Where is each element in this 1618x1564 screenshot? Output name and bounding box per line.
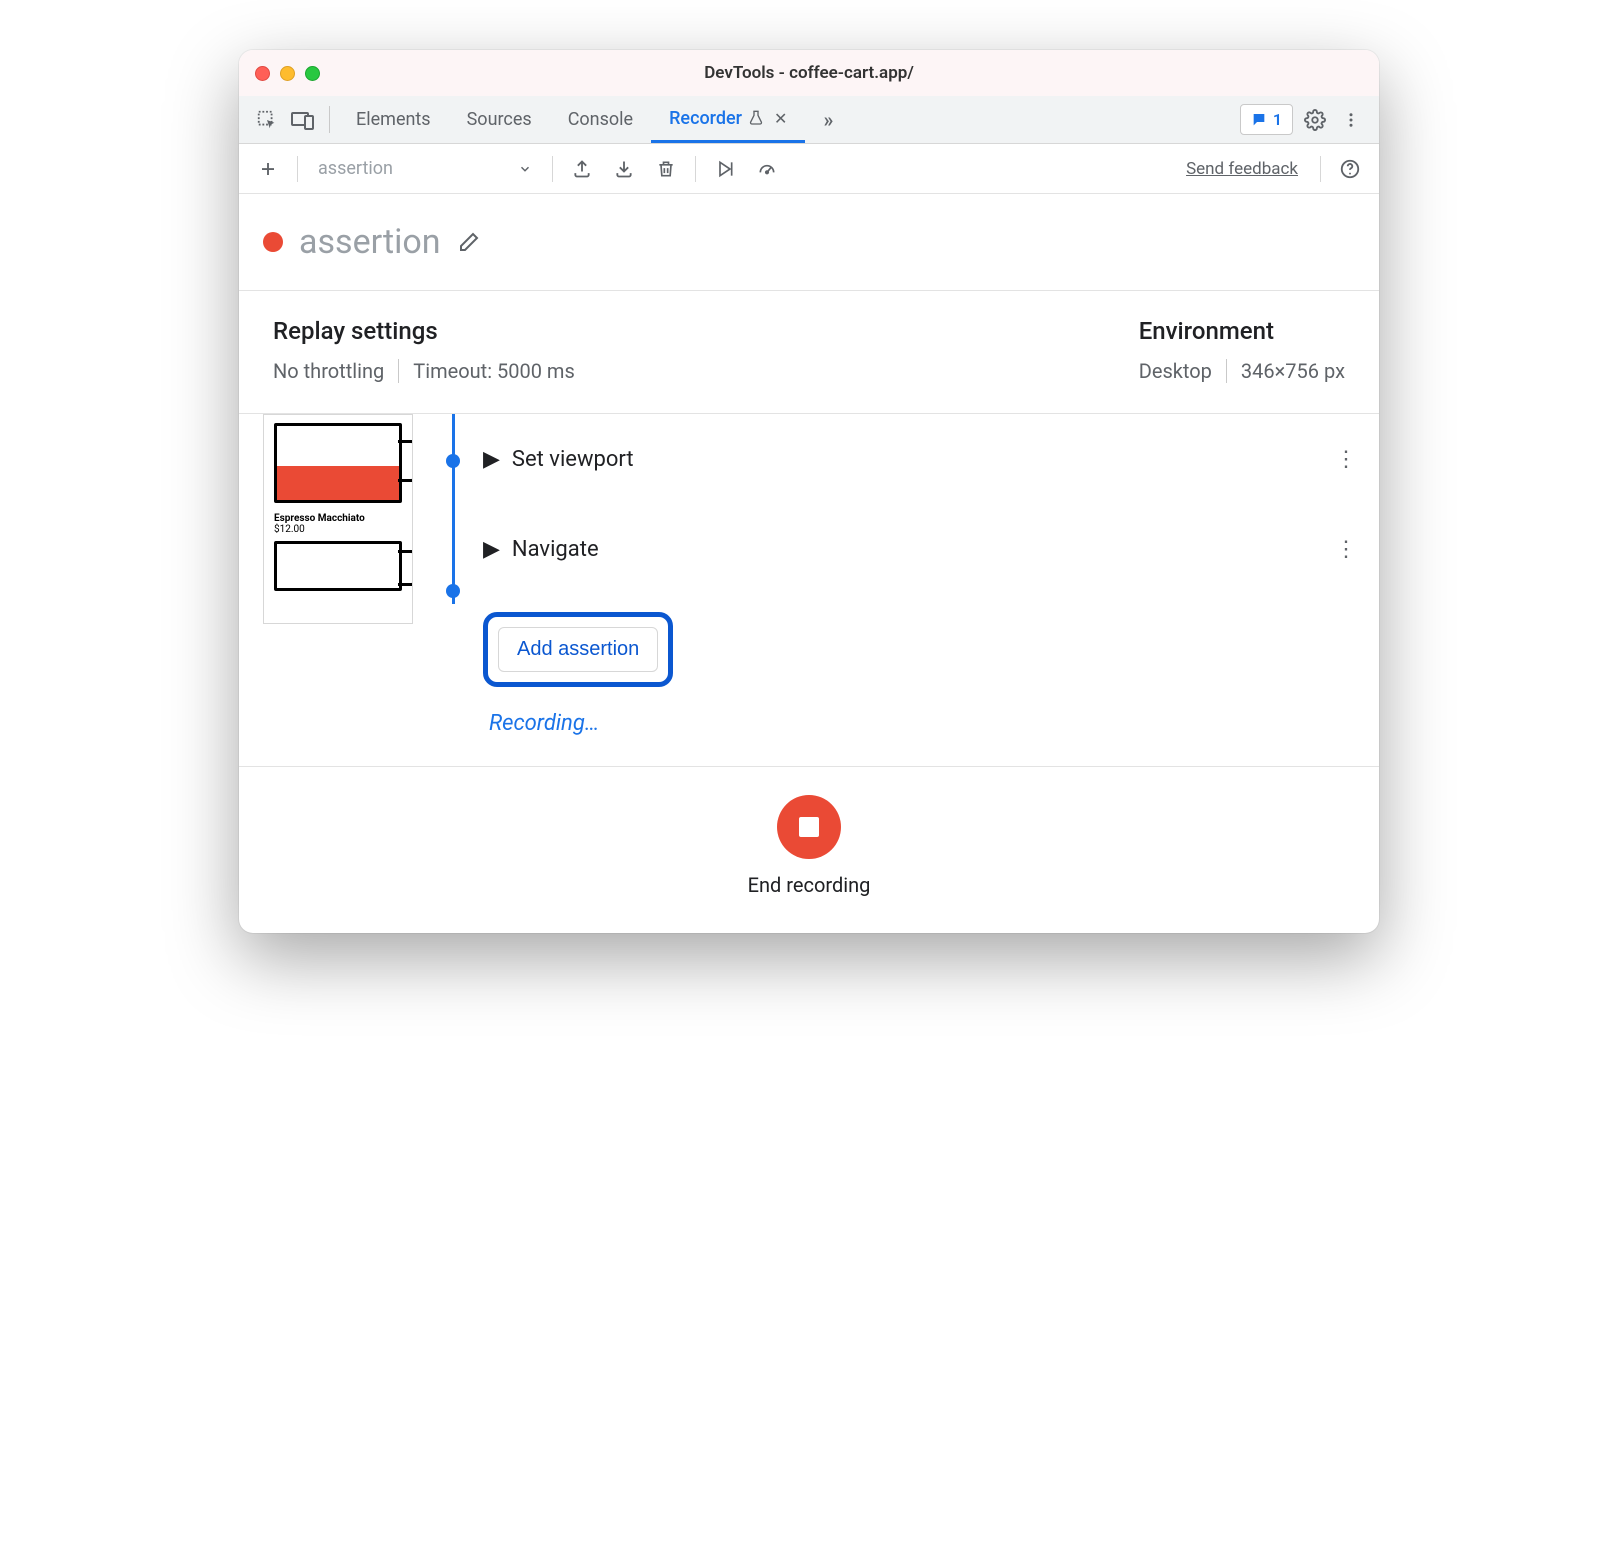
device-toolbar-icon[interactable]	[285, 96, 321, 143]
environment-heading: Environment	[1139, 317, 1345, 345]
titlebar: DevTools - coffee-cart.app/	[239, 50, 1379, 96]
add-assertion-button[interactable]: Add assertion	[498, 627, 658, 672]
replay-icon[interactable]	[708, 152, 742, 186]
viewport-value[interactable]: 346×756 px	[1241, 359, 1345, 383]
step-navigate[interactable]: ▶ Navigate ⋮	[483, 504, 1359, 594]
screenshot-thumbnail: Espresso Macchiato $12.00	[263, 414, 423, 766]
close-tab-icon[interactable]: ✕	[774, 109, 787, 128]
new-recording-icon[interactable]	[251, 152, 285, 186]
recording-selector[interactable]: assertion	[310, 154, 540, 183]
tab-console[interactable]: Console	[550, 96, 651, 143]
send-feedback-link[interactable]: Send feedback	[1186, 159, 1298, 179]
panel-tabs: Elements Sources Console Recorder ✕ »	[338, 96, 849, 143]
recorder-footer: End recording	[239, 766, 1379, 933]
steps-section: Espresso Macchiato $12.00 ▶ Set viewport…	[239, 414, 1379, 766]
issues-badge[interactable]: 1	[1240, 104, 1293, 135]
replay-settings-heading: Replay settings	[273, 317, 575, 345]
recording-title: assertion	[299, 222, 441, 262]
export-icon[interactable]	[565, 152, 599, 186]
steps-list: ▶ Set viewport ⋮ ▶ Navigate ⋮ Add assert…	[483, 414, 1379, 766]
timeout-value[interactable]: Timeout: 5000 ms	[413, 359, 575, 383]
delete-icon[interactable]	[649, 152, 683, 186]
flask-icon	[748, 110, 764, 126]
step-label: Navigate	[512, 537, 599, 562]
inspect-element-icon[interactable]	[249, 96, 285, 143]
window-title: DevTools - coffee-cart.app/	[239, 63, 1379, 83]
step-menu-icon[interactable]: ⋮	[1335, 537, 1359, 562]
more-tabs-button[interactable]: »	[805, 96, 849, 143]
chevron-down-icon	[518, 162, 532, 176]
recorder-toolbar: assertion Send feedback	[239, 144, 1379, 194]
end-recording-label: End recording	[748, 873, 871, 897]
replay-settings: Replay settings No throttling Timeout: 5…	[273, 317, 575, 383]
performance-icon[interactable]	[750, 152, 784, 186]
settings-gear-icon[interactable]	[1297, 96, 1333, 143]
timeline-dot-icon	[446, 584, 460, 598]
edit-title-icon[interactable]	[457, 230, 481, 254]
help-icon[interactable]	[1333, 152, 1367, 186]
thumb-price: $12.00	[274, 524, 402, 535]
thumb-product: Espresso Macchiato	[274, 513, 402, 524]
tab-sources[interactable]: Sources	[449, 96, 550, 143]
devtools-tabbar: Elements Sources Console Recorder ✕ » 1	[239, 96, 1379, 144]
tab-elements[interactable]: Elements	[338, 96, 449, 143]
end-recording-button[interactable]	[777, 795, 841, 859]
expand-triangle-icon[interactable]: ▶	[483, 537, 500, 562]
step-label: Set viewport	[512, 447, 634, 472]
step-set-viewport[interactable]: ▶ Set viewport ⋮	[483, 414, 1359, 504]
environment-settings: Environment Desktop 346×756 px	[1139, 317, 1345, 383]
recording-status: Recording…	[489, 711, 1359, 736]
add-assertion-highlight: Add assertion	[483, 612, 673, 687]
chat-icon	[1251, 112, 1267, 128]
expand-triangle-icon[interactable]: ▶	[483, 447, 500, 472]
devtools-window: DevTools - coffee-cart.app/ Elements Sou…	[239, 50, 1379, 933]
step-menu-icon[interactable]: ⋮	[1335, 447, 1359, 472]
recording-indicator-icon	[263, 232, 283, 252]
stop-icon	[799, 817, 819, 837]
throttling-value[interactable]: No throttling	[273, 359, 384, 383]
recording-header: assertion	[239, 194, 1379, 291]
settings-section: Replay settings No throttling Timeout: 5…	[239, 291, 1379, 414]
import-icon[interactable]	[607, 152, 641, 186]
timeline	[423, 414, 483, 766]
device-value[interactable]: Desktop	[1139, 359, 1212, 383]
tab-recorder[interactable]: Recorder ✕	[651, 96, 805, 143]
kebab-menu-icon[interactable]	[1333, 96, 1369, 143]
timeline-dot-icon	[446, 454, 460, 468]
